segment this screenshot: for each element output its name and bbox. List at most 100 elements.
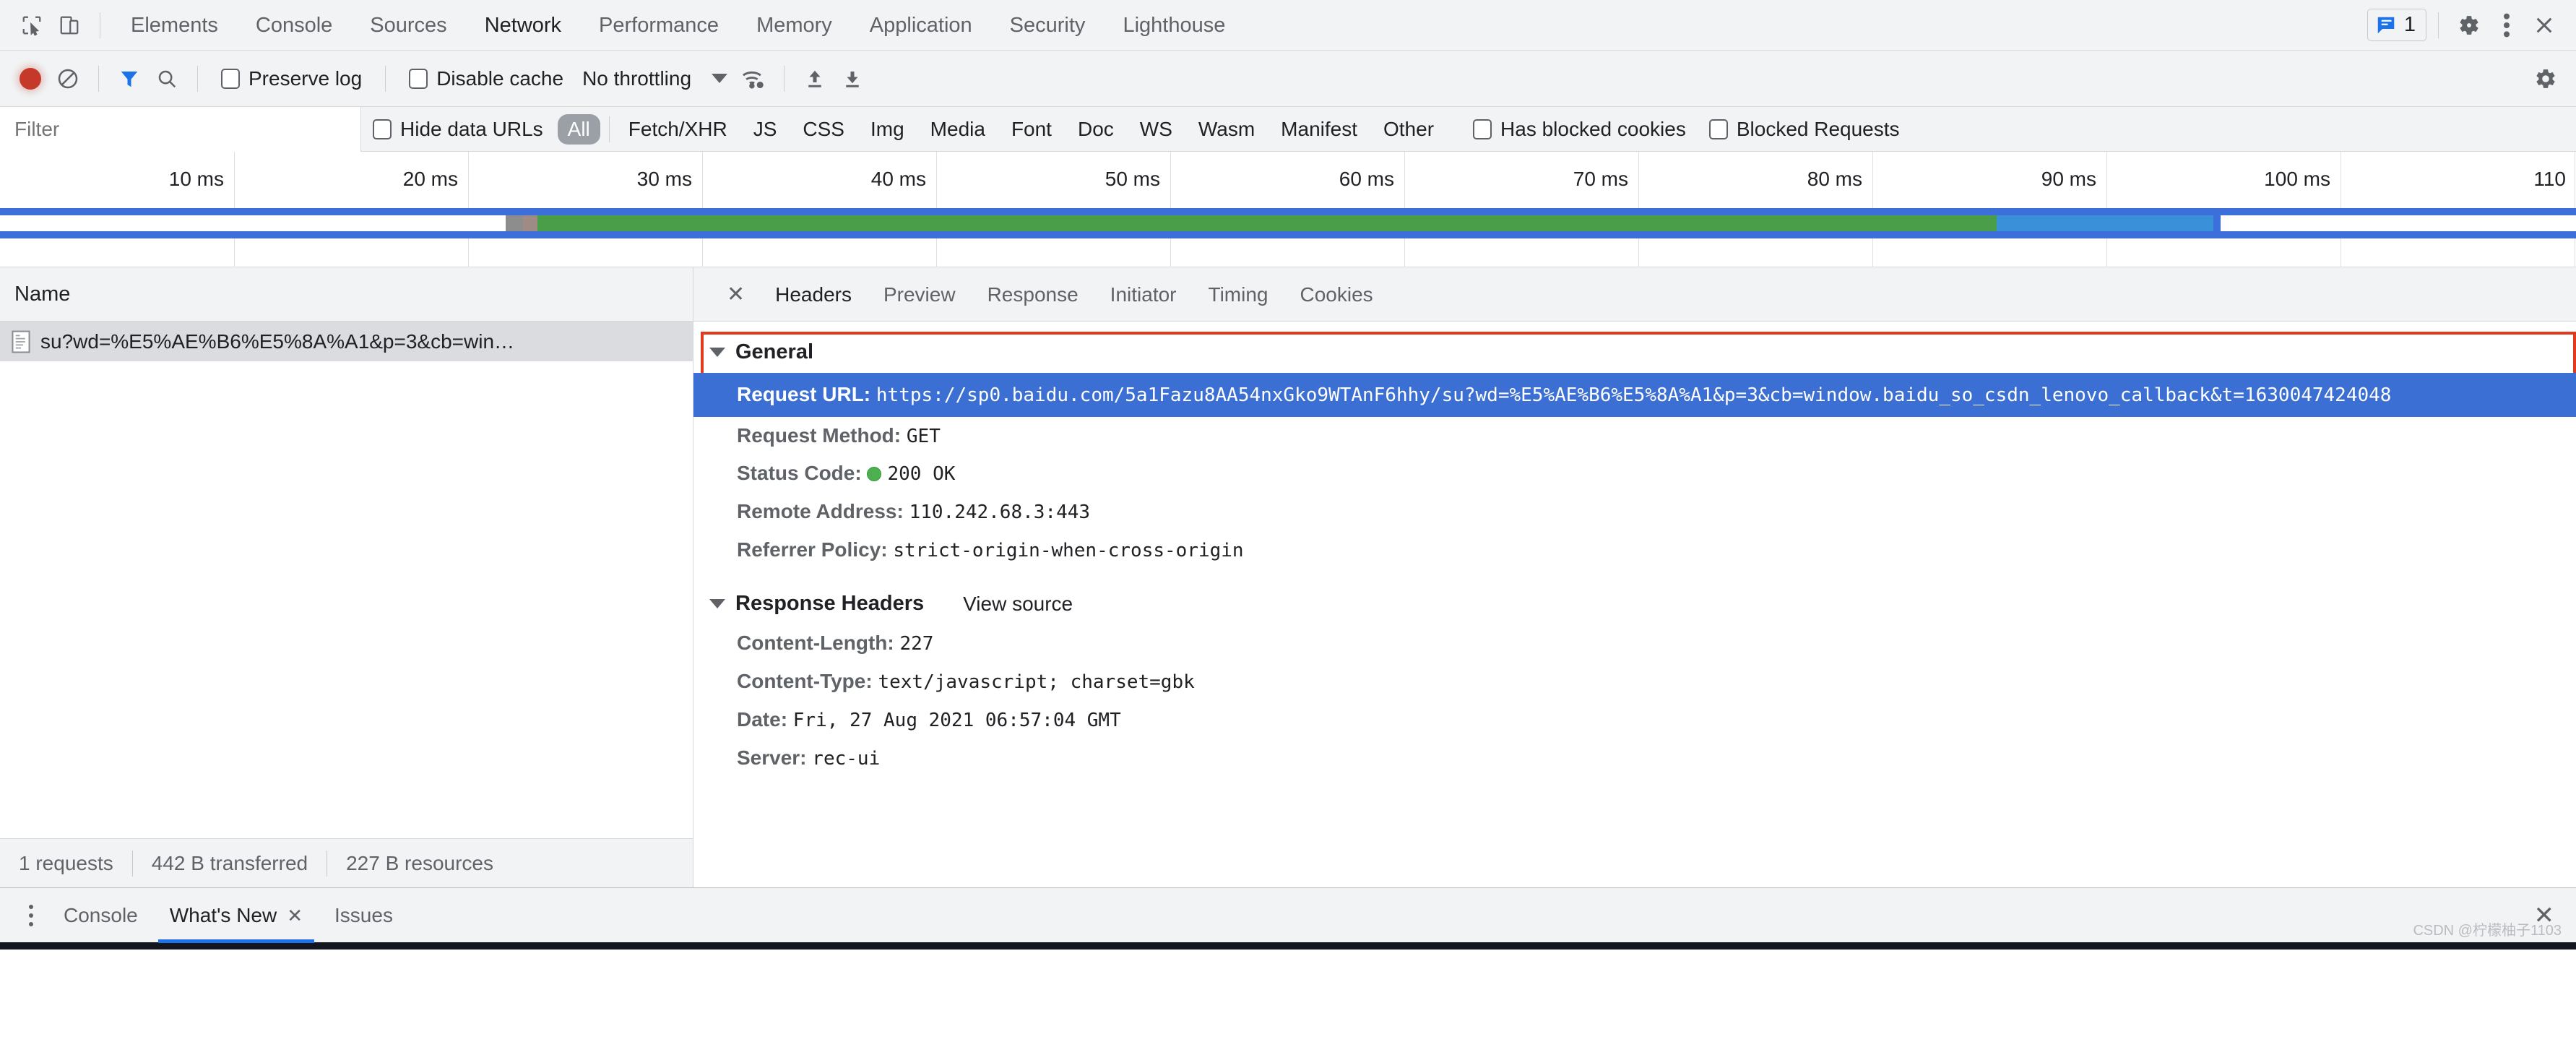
drawer-tab-console[interactable]: Console <box>48 888 154 943</box>
request-method-key: Request Method: <box>737 423 902 447</box>
message-count-label: 1 <box>2403 13 2416 36</box>
detail-tab-preview[interactable]: Preview <box>868 267 972 322</box>
checkbox-box <box>373 119 392 139</box>
panel-tab-console[interactable]: Console <box>237 0 351 51</box>
detail-tab-cookies[interactable]: Cookies <box>1284 267 1388 322</box>
network-conditions-icon[interactable] <box>735 60 772 98</box>
general-title-label: General <box>735 340 813 363</box>
export-har-icon[interactable] <box>834 60 871 98</box>
blocked-requests-checkbox[interactable]: Blocked Requests <box>1698 118 1911 141</box>
request-url-key: Request URL: <box>737 383 871 405</box>
document-icon <box>12 330 30 353</box>
overview-segment-download <box>1997 215 2213 231</box>
network-settings-gear-icon[interactable] <box>2527 60 2564 98</box>
filter-button[interactable] <box>111 60 148 98</box>
drawer-tab-issues[interactable]: Issues <box>319 888 409 943</box>
filter-type-img[interactable]: Img <box>860 114 915 145</box>
overview-selection-top-handle[interactable] <box>0 208 2576 215</box>
network-overview-timeline[interactable]: 10 ms 20 ms 30 ms 40 ms 50 ms 60 ms 70 m… <box>0 152 2576 267</box>
view-source-link[interactable]: View source <box>963 593 1073 616</box>
timeline-tick-100ms: 100 ms <box>2264 168 2330 190</box>
has-blocked-cookies-checkbox[interactable]: Has blocked cookies <box>1461 118 1698 141</box>
throttling-dropdown[interactable]: No throttling <box>575 67 735 90</box>
disable-cache-checkbox[interactable]: Disable cache <box>397 67 575 90</box>
request-detail-tabs: ✕ Headers Preview Response Initiator Tim… <box>693 267 2576 322</box>
search-input[interactable] <box>0 106 361 152</box>
import-har-icon[interactable] <box>796 60 834 98</box>
panel-tab-memory[interactable]: Memory <box>738 0 851 51</box>
response-headers-section-title[interactable]: Response Headers View source <box>693 583 2576 624</box>
device-toolbar-icon[interactable] <box>51 7 88 44</box>
filter-type-js[interactable]: JS <box>743 114 787 145</box>
requests-column-header-name[interactable]: Name <box>0 267 693 322</box>
close-icon[interactable]: ✕ <box>287 888 303 943</box>
panel-tab-security[interactable]: Security <box>991 0 1105 51</box>
status-code-value: 200 OK <box>887 463 956 486</box>
panel-tab-application[interactable]: Application <box>851 0 991 51</box>
general-section: General Request URL: https://sp0.baidu.c… <box>693 332 2576 417</box>
timeline-tick-20ms: 20 ms <box>402 168 458 190</box>
drawer-tab-whats-new[interactable]: What's New ✕ <box>154 888 319 943</box>
gear-icon[interactable] <box>2450 7 2488 44</box>
actions-divider <box>2438 12 2439 38</box>
detail-tab-response[interactable]: Response <box>972 267 1094 322</box>
preserve-log-checkbox[interactable]: Preserve log <box>209 67 373 90</box>
blocked-requests-label: Blocked Requests <box>1736 117 1900 140</box>
filter-type-all[interactable]: All <box>557 113 600 145</box>
filter-divider <box>608 116 610 142</box>
drawer-more-options-icon[interactable] <box>14 904 48 926</box>
detail-tab-initiator[interactable]: Initiator <box>1094 267 1193 322</box>
filter-type-doc[interactable]: Doc <box>1068 114 1124 145</box>
table-row[interactable]: su?wd=%E5%AE%B6%E5%8A%A1&p=3&cb=win… <box>0 322 693 361</box>
chevron-down-icon <box>712 74 728 83</box>
checkbox-box <box>1473 119 1492 139</box>
overview-selection-right-edge[interactable] <box>2213 208 2221 238</box>
record-indicator-icon <box>20 67 41 90</box>
timeline-tick-50ms: 50 ms <box>1105 168 1160 190</box>
filter-type-fetch-xhr[interactable]: Fetch/XHR <box>618 114 738 145</box>
panel-tab-performance[interactable]: Performance <box>580 0 738 51</box>
date-key: Date: <box>737 707 788 731</box>
hide-data-urls-label: Hide data URLs <box>400 117 543 140</box>
filter-type-other[interactable]: Other <box>1373 114 1444 145</box>
panel-tab-elements[interactable]: Elements <box>112 0 237 51</box>
record-button[interactable] <box>12 60 49 98</box>
detail-tab-headers[interactable]: Headers <box>759 267 868 322</box>
inspect-element-icon[interactable] <box>13 7 51 44</box>
filter-type-font[interactable]: Font <box>1001 114 1062 145</box>
drawer-tab-whats-new-label: What's New <box>169 903 277 926</box>
close-detail-panel-icon[interactable]: ✕ <box>712 282 759 307</box>
close-devtools-icon[interactable] <box>2525 7 2563 44</box>
detail-tab-timing[interactable]: Timing <box>1193 267 1284 322</box>
more-options-icon[interactable] <box>2488 7 2525 44</box>
network-status-bar: 1 requests 442 B transferred 227 B resou… <box>0 838 693 887</box>
filter-type-ws[interactable]: WS <box>1130 114 1183 145</box>
requests-list-panel: Name su?wd=%E5%AE%B6%E5%8A%A1&p=3&cb=win… <box>0 267 693 838</box>
overview-request-track <box>0 215 2576 231</box>
timeline-tick-60ms: 60 ms <box>1339 168 1394 190</box>
devtools-drawer: Console What's New ✕ Issues ✕ CSDN @柠檬柚子… <box>0 887 2576 943</box>
network-toolbar: Preserve log Disable cache No throttling <box>0 51 2576 107</box>
filter-type-manifest[interactable]: Manifest <box>1271 114 1367 145</box>
disable-cache-label: Disable cache <box>436 66 564 90</box>
filter-type-wasm[interactable]: Wasm <box>1188 114 1265 145</box>
network-filter-bar: Hide data URLs All Fetch/XHR JS CSS Img … <box>0 106 2576 152</box>
hide-data-urls-checkbox[interactable]: Hide data URLs <box>361 118 555 141</box>
filter-type-css[interactable]: CSS <box>792 114 855 145</box>
message-count-badge[interactable]: 1 <box>2367 9 2426 41</box>
panel-tab-sources[interactable]: Sources <box>351 0 465 51</box>
request-url-row[interactable]: Request URL: https://sp0.baidu.com/5a1Fa… <box>693 373 2576 417</box>
content-type-row: Content-Type: text/javascript; charset=g… <box>693 663 2576 701</box>
filter-type-media[interactable]: Media <box>920 114 995 145</box>
overview-selection-bottom-handle[interactable] <box>0 231 2576 238</box>
clear-button[interactable] <box>49 60 87 98</box>
general-section-title[interactable]: General <box>693 332 2576 373</box>
search-icon[interactable] <box>148 60 186 98</box>
watermark-label: CSDN @柠檬柚子1103 <box>2413 923 2562 939</box>
overview-segment-stalled <box>506 215 523 231</box>
server-value: rec-ui <box>812 747 881 770</box>
toolbar-divider-2 <box>197 65 198 92</box>
panel-tab-network[interactable]: Network <box>466 0 580 51</box>
referrer-policy-key: Referrer Policy: <box>737 538 888 561</box>
panel-tab-lighthouse[interactable]: Lighthouse <box>1104 0 1244 51</box>
